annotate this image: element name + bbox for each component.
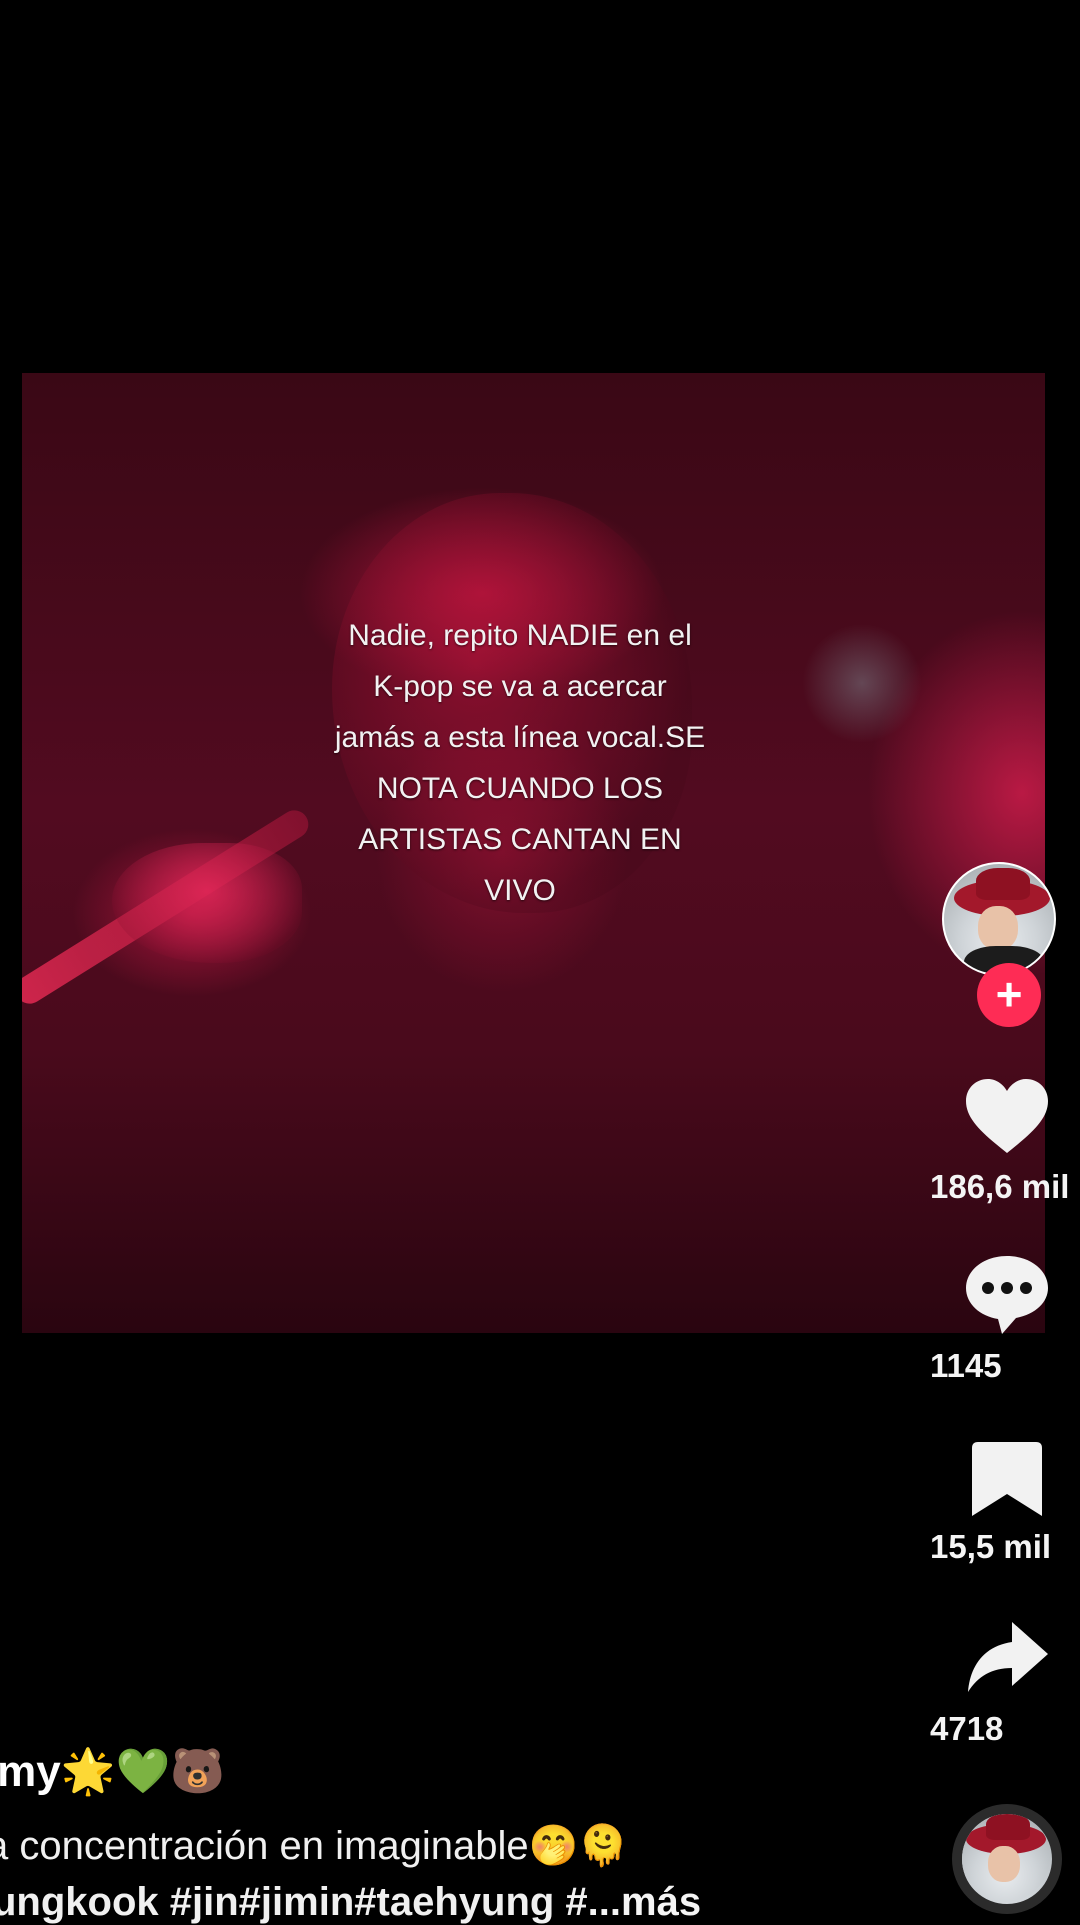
video-overlay-text: Nadie, repito NADIE en el K-pop se va a … (270, 610, 770, 916)
overlay-line: ARTISTAS CANTAN EN (358, 823, 682, 856)
disc-face (988, 1846, 1020, 1882)
heart-icon[interactable] (962, 1073, 1052, 1163)
comment-count: 1145 (930, 1347, 1002, 1384)
overlay-line: VIVO (484, 874, 556, 907)
caption-hashtag-text[interactable]: ungkook #jin#jimin#taehyung # (0, 1880, 588, 1924)
save-count: 15,5 mil (930, 1528, 1052, 1565)
overlay-line: jamás a esta línea vocal.SE (334, 721, 706, 754)
bookmark-icon[interactable] (962, 1436, 1052, 1526)
avatar-hat-crown (976, 868, 1030, 900)
disc-hat-crown (986, 1814, 1030, 1840)
follow-button[interactable]: + (977, 963, 1041, 1027)
caption-more-link[interactable]: ...más (588, 1880, 701, 1924)
caption-username[interactable]: rmy🌟💚🐻 (0, 1745, 225, 1797)
overlay-line: K-pop se va a acercar (373, 670, 667, 703)
creator-avatar[interactable] (942, 862, 1056, 976)
video-light-orb (802, 623, 922, 743)
share-count: 4718 (930, 1710, 1004, 1747)
music-disc-cover (962, 1814, 1050, 1902)
avatar-face (978, 906, 1018, 950)
like-count: 186,6 mil (930, 1168, 1070, 1205)
music-disc[interactable] (952, 1804, 1062, 1914)
comment-icon[interactable] (962, 1250, 1052, 1340)
overlay-line: NOTA CUANDO LOS (376, 772, 664, 805)
caption-text-line: a concentración en imaginable🤭🫠 (0, 1824, 629, 1868)
caption-hashtags[interactable]: ungkook #jin#jimin#taehyung #...más (0, 1880, 701, 1925)
overlay-line: Nadie, repito NADIE en el (348, 619, 692, 652)
share-icon[interactable] (962, 1614, 1052, 1704)
